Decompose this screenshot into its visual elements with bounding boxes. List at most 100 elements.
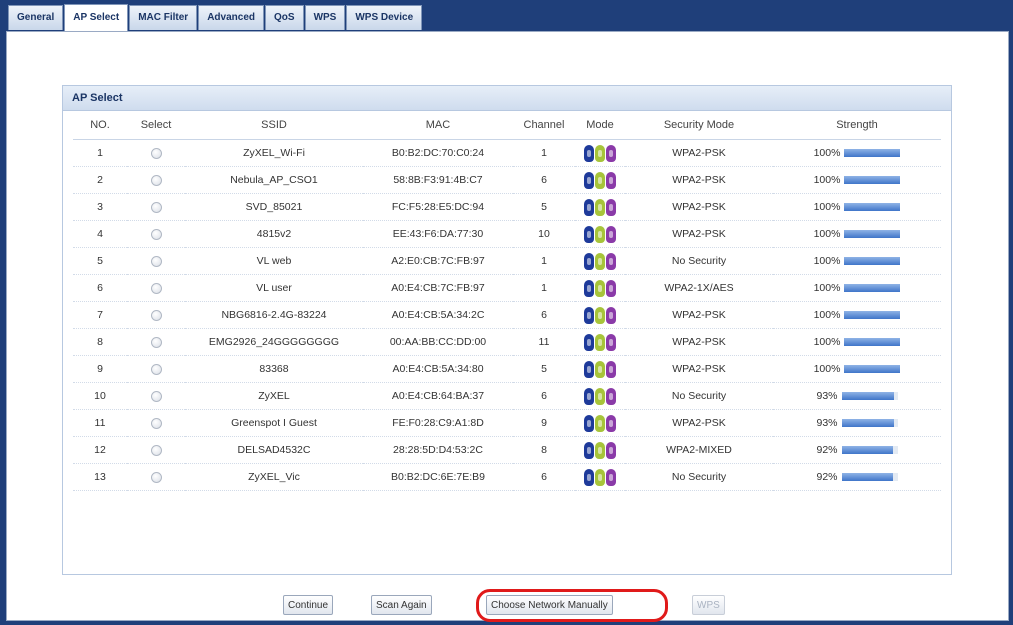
strength-cell: 100% xyxy=(773,166,941,194)
strength-bar-fill xyxy=(841,473,894,481)
table-row[interactable]: 7 NBG6816-2.4G-83224 A0:E4:CB:5A:34:2C 6 WPA… xyxy=(73,301,941,329)
ssid-cell: EMG2926_24GGGGGGGG xyxy=(185,328,363,356)
select-radio[interactable] xyxy=(150,255,162,267)
mode-b-icon xyxy=(584,171,594,189)
tab-wps[interactable]: WPS xyxy=(304,5,346,30)
tab-general[interactable]: General xyxy=(8,5,64,30)
mode-g-icon xyxy=(595,171,605,189)
mode-cell xyxy=(575,301,625,329)
mode-cell xyxy=(575,139,625,167)
ssid-cell: DELSAD4532C xyxy=(185,436,363,464)
select-radio[interactable] xyxy=(150,309,162,321)
select-radio[interactable] xyxy=(150,174,162,186)
ssid-cell: 83368 xyxy=(185,355,363,383)
security-mode-cell: No Security xyxy=(625,247,773,275)
tab-advanced[interactable]: Advanced xyxy=(198,5,264,30)
row-number: 6 xyxy=(73,274,127,302)
mode-b-icon xyxy=(584,441,594,459)
panel-title: AP Select xyxy=(63,86,951,111)
table-row[interactable]: 3 SVD_85021 FC:F5:28:E5:DC:94 5 WPA2-PSK 100% xyxy=(73,193,941,221)
strength-bar xyxy=(841,473,898,481)
table-row[interactable]: 12 DELSAD4532C 28:28:5D:D4:53:2C 8 WPA2-MIXE… xyxy=(73,436,941,464)
security-mode-cell: WPA2-PSK xyxy=(625,355,773,383)
mac-cell: B0:B2:DC:6E:7E:B9 xyxy=(363,463,513,491)
strength-percent: 93% xyxy=(816,417,838,429)
mode-n-icon xyxy=(606,387,616,405)
strength-cell: 92% xyxy=(773,463,941,491)
strength-bar xyxy=(841,419,898,427)
select-radio[interactable] xyxy=(150,282,162,294)
table-row[interactable]: 1 ZyXEL_Wi-Fi B0:B2:DC:70:C0:24 1 WPA2-PSK 10… xyxy=(73,139,941,167)
ssid-cell: NBG6816-2.4G-83224 xyxy=(185,301,363,329)
ssid-cell: Greenspot I Guest xyxy=(185,409,363,437)
mode-b-icon xyxy=(584,198,594,216)
strength-percent: 100% xyxy=(813,228,841,240)
strength-percent: 100% xyxy=(813,309,841,321)
security-mode-cell: WPA2-MIXED xyxy=(625,436,773,464)
strength-bar-fill xyxy=(844,230,901,238)
table-row[interactable]: 4 4815v2 EE:43:F6:DA:77:30 10 WPA2-PSK 100% xyxy=(73,220,941,248)
mode-cell xyxy=(575,355,625,383)
tab-mac-filter[interactable]: MAC Filter xyxy=(129,5,198,30)
table-row[interactable]: 8 EMG2926_24GGGGGGGG 00:AA:BB:CC:DD:00 11 WP… xyxy=(73,328,941,356)
mode-g-icon xyxy=(595,414,605,432)
mode-icons xyxy=(584,414,616,432)
strength-bar-fill xyxy=(841,392,894,400)
strength-cell: 100% xyxy=(773,274,941,302)
mode-g-icon xyxy=(595,306,605,324)
select-radio[interactable] xyxy=(150,201,162,213)
table-row[interactable]: 2 Nebula_AP_CSO1 58:8B:F3:91:4B:C7 6 WPA2-PS… xyxy=(73,166,941,194)
strength-bar xyxy=(844,176,901,184)
table-row[interactable]: 10 ZyXEL A0:E4:CB:64:BA:37 6 No Security 93% xyxy=(73,382,941,410)
mode-cell xyxy=(575,274,625,302)
strength-bar xyxy=(844,257,901,265)
mode-icons xyxy=(584,225,616,243)
select-radio[interactable] xyxy=(150,444,162,456)
select-radio[interactable] xyxy=(150,390,162,402)
mode-icons xyxy=(584,198,616,216)
select-radio[interactable] xyxy=(150,147,162,159)
tab-ap-select[interactable]: AP Select xyxy=(64,4,129,31)
table-row[interactable]: 6 VL user A0:E4:CB:7C:FB:97 1 WPA2-1X/AES 100… xyxy=(73,274,941,302)
security-mode-cell: WPA2-PSK xyxy=(625,193,773,221)
mac-cell: 58:8B:F3:91:4B:C7 xyxy=(363,166,513,194)
mac-cell: 28:28:5D:D4:53:2C xyxy=(363,436,513,464)
col-header-channel: Channel xyxy=(513,111,575,140)
select-radio[interactable] xyxy=(150,417,162,429)
select-cell xyxy=(127,409,185,437)
mode-cell xyxy=(575,436,625,464)
select-radio[interactable] xyxy=(150,228,162,240)
select-radio[interactable] xyxy=(150,363,162,375)
strength-bar xyxy=(841,392,898,400)
table-row[interactable]: 13 ZyXEL_Vic B0:B2:DC:6E:7E:B9 6 No Security… xyxy=(73,463,941,491)
ssid-cell: VL web xyxy=(185,247,363,275)
mode-icons xyxy=(584,441,616,459)
strength-bar-fill xyxy=(844,338,901,346)
select-radio[interactable] xyxy=(150,471,162,483)
mode-g-icon xyxy=(595,441,605,459)
table-row[interactable]: 5 VL web A2:E0:CB:7C:FB:97 1 No Security 100% xyxy=(73,247,941,275)
mode-n-icon xyxy=(606,306,616,324)
select-cell xyxy=(127,463,185,491)
tab-wps-device[interactable]: WPS Device xyxy=(346,5,423,30)
row-number: 3 xyxy=(73,193,127,221)
strength-percent: 100% xyxy=(813,336,841,348)
table-row[interactable]: 11 Greenspot I Guest FE:F0:28:C9:A1:8D 9 WPA… xyxy=(73,409,941,437)
channel-cell: 9 xyxy=(513,409,575,437)
strength-bar xyxy=(844,230,901,238)
mode-cell xyxy=(575,247,625,275)
select-cell xyxy=(127,328,185,356)
mode-n-icon xyxy=(606,468,616,486)
mode-b-icon xyxy=(584,279,594,297)
select-radio[interactable] xyxy=(150,336,162,348)
mode-icons xyxy=(584,387,616,405)
scan-again-button[interactable]: Scan Again xyxy=(371,595,432,615)
continue-button[interactable]: Continue xyxy=(283,595,334,615)
tab-qos[interactable]: QoS xyxy=(265,5,304,30)
table-row[interactable]: 9 83368 A0:E4:CB:5A:34:80 5 WPA2-PSK 100% xyxy=(73,355,941,383)
ssid-cell: 4815v2 xyxy=(185,220,363,248)
channel-cell: 6 xyxy=(513,382,575,410)
mode-n-icon xyxy=(606,252,616,270)
mode-b-icon xyxy=(584,360,594,378)
strength-cell: 100% xyxy=(773,328,941,356)
